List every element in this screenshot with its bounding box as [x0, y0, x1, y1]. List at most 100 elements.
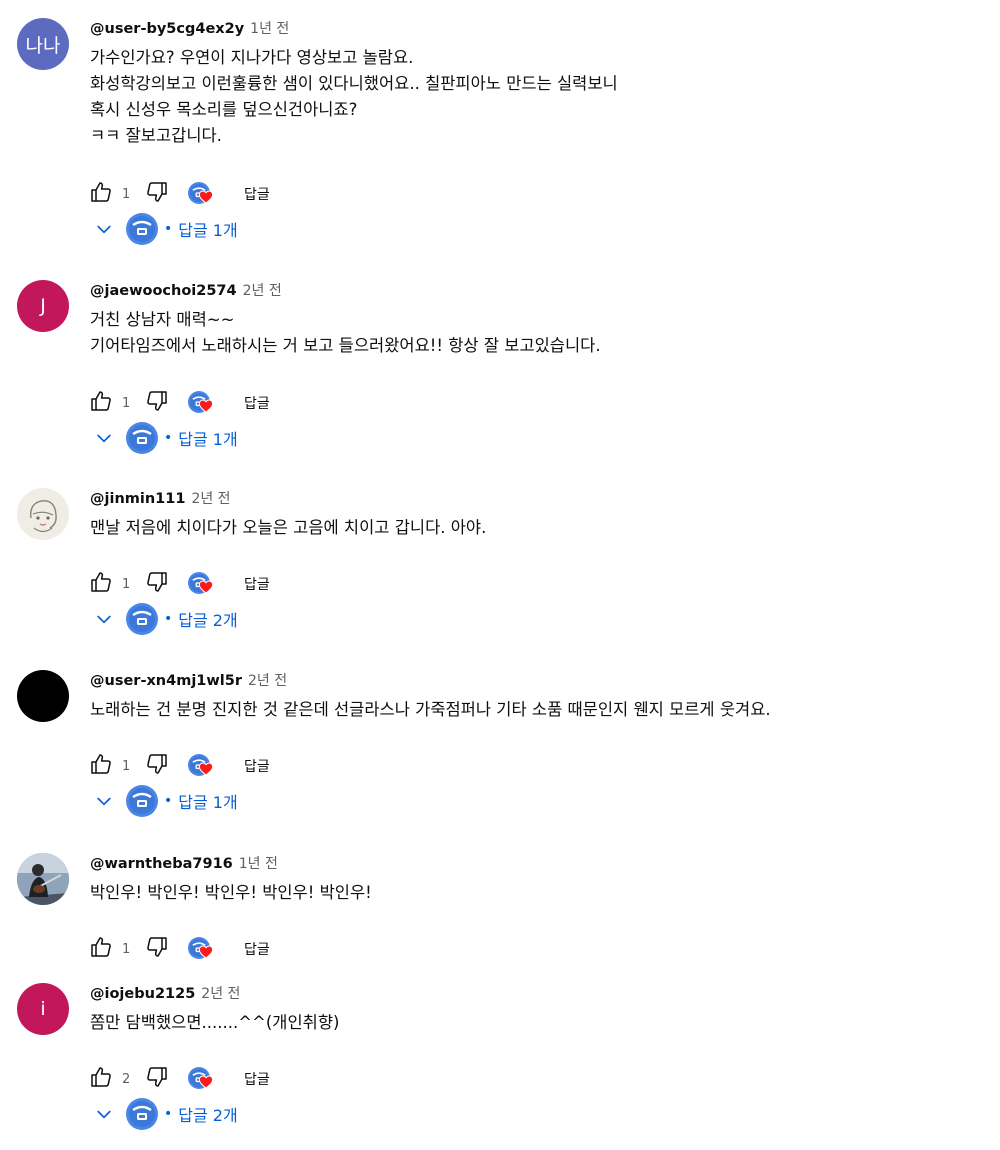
channel-avatar-icon — [126, 422, 158, 454]
reply-button[interactable]: 답글 — [244, 393, 270, 413]
creator-heart-icon — [188, 1065, 222, 1093]
thumbs-up-icon — [89, 180, 113, 208]
comment-time[interactable]: 1년 전 — [239, 853, 278, 873]
reply-button[interactable]: 답글 — [244, 1069, 270, 1089]
reply-button[interactable]: 답글 — [244, 756, 270, 776]
avatar[interactable]: 나나 — [17, 18, 69, 70]
author-name[interactable]: @user-xn4mj1wl5r — [90, 673, 242, 689]
creator-heart-icon — [188, 935, 222, 963]
thumbs-down-icon — [145, 180, 169, 208]
channel-avatar-icon — [126, 1098, 158, 1130]
comment-time[interactable]: 2년 전 — [248, 670, 287, 690]
comment-header: @warntheba7916 1년 전 — [90, 853, 278, 875]
chevron-down-icon — [92, 217, 116, 241]
comment-time[interactable]: 1년 전 — [250, 18, 289, 38]
dislike-button[interactable] — [142, 752, 172, 780]
comment-time[interactable]: 2년 전 — [191, 488, 230, 508]
like-button[interactable] — [86, 752, 116, 780]
red-heart-icon — [198, 189, 214, 209]
dislike-button[interactable] — [142, 389, 172, 417]
thumbs-up-icon — [89, 1065, 113, 1093]
like-button[interactable] — [86, 935, 116, 963]
avatar[interactable] — [17, 853, 69, 905]
comment-header: @user-xn4mj1wl5r 2년 전 — [90, 670, 287, 692]
comment-header: @user-by5cg4ex2y 1년 전 — [90, 18, 289, 40]
dislike-button[interactable] — [142, 180, 172, 208]
like-count: 2 — [122, 1071, 131, 1087]
comment-text: 맨날 저음에 치이다가 오늘은 고음에 치이고 갑니다. 아야. — [90, 515, 486, 541]
comment-line: ㅋㅋ 잘보고갑니다. — [90, 126, 222, 145]
avatar[interactable] — [17, 488, 69, 540]
comment-line: 거친 상남자 매력~~ — [90, 310, 235, 329]
separator-dot: • — [164, 611, 173, 627]
thumbs-down-icon — [145, 935, 169, 963]
reply-button[interactable]: 답글 — [244, 574, 270, 594]
view-replies-button[interactable]: • 답글 1개 — [92, 784, 238, 818]
chevron-down-icon — [92, 1102, 116, 1126]
view-replies-button[interactable]: • 답글 1개 — [92, 421, 238, 455]
view-replies-button[interactable]: • 답글 1개 — [92, 212, 238, 246]
comment-actions: 1 답글 — [86, 752, 270, 780]
like-count: 1 — [122, 186, 131, 202]
like-button[interactable] — [86, 389, 116, 417]
comment-time[interactable]: 2년 전 — [243, 280, 282, 300]
reply-button[interactable]: 답글 — [244, 184, 270, 204]
thumbs-down-icon — [145, 389, 169, 417]
reply-button[interactable]: 답글 — [244, 939, 270, 959]
avatar[interactable] — [17, 670, 69, 722]
dislike-button[interactable] — [142, 570, 172, 598]
like-count: 1 — [122, 941, 131, 957]
red-heart-icon — [198, 579, 214, 599]
creator-heart-icon — [188, 389, 222, 417]
like-count: 1 — [122, 758, 131, 774]
comment-actions: 1 답글 — [86, 935, 270, 963]
dislike-button[interactable] — [142, 935, 172, 963]
comment-text: 노래하는 건 분명 진지한 것 같은데 선글라스나 가죽점퍼나 기타 소품 때문… — [90, 697, 771, 723]
author-name[interactable]: @jinmin111 — [90, 491, 185, 507]
comment-header: @jinmin111 2년 전 — [90, 488, 231, 510]
avatar-initials: i — [40, 998, 46, 1020]
view-replies-button[interactable]: • 답글 2개 — [92, 1097, 238, 1131]
comment-line: 기어타임즈에서 노래하시는 거 보고 들으러왔어요!! 항상 잘 보고있습니다. — [90, 336, 601, 355]
comment-time[interactable]: 2년 전 — [201, 983, 240, 1003]
avatar[interactable]: i — [17, 983, 69, 1035]
author-name[interactable]: @iojebu2125 — [90, 986, 195, 1002]
avatar[interactable]: J — [17, 280, 69, 332]
comment-actions: 1 답글 — [86, 389, 270, 417]
view-replies-button[interactable]: • 답글 2개 — [92, 602, 238, 636]
dislike-button[interactable] — [142, 1065, 172, 1093]
avatar-initials: J — [40, 295, 46, 317]
comment-line: 맨날 저음에 치이다가 오늘은 고음에 치이고 갑니다. 아야. — [90, 518, 487, 537]
channel-avatar-icon — [126, 603, 158, 635]
comment-text: 가수인가요? 우연이 지나가다 영상보고 놀람요. 화성학강의보고 이런훌륭한 샘… — [90, 45, 618, 149]
comment-line: 혹시 신성우 목소리를 덮으신건아니죠? — [90, 100, 358, 119]
author-name[interactable]: @warntheba7916 — [90, 856, 233, 872]
like-button[interactable] — [86, 1065, 116, 1093]
comment-line: 노래하는 건 분명 진지한 것 같은데 선글라스나 가죽점퍼나 기타 소품 때문… — [90, 700, 771, 719]
chevron-down-icon — [92, 789, 116, 813]
red-heart-icon — [198, 1074, 214, 1094]
creator-heart-icon — [188, 180, 222, 208]
replies-count-label: 답글 2개 — [178, 1106, 238, 1125]
replies-count-label: 답글 1개 — [178, 793, 238, 812]
creator-heart-icon — [188, 752, 222, 780]
comment-actions: 1 답글 — [86, 570, 270, 598]
guitarist-photo-icon — [17, 853, 69, 905]
like-button[interactable] — [86, 570, 116, 598]
replies-count-label: 답글 1개 — [178, 221, 238, 240]
comment-header: @iojebu2125 2년 전 — [90, 983, 240, 1005]
chevron-down-icon — [92, 426, 116, 450]
channel-avatar-icon — [126, 213, 158, 245]
thumbs-down-icon — [145, 570, 169, 598]
replies-count-label: 답글 2개 — [178, 611, 238, 630]
author-name[interactable]: @jaewoochoi2574 — [90, 283, 237, 299]
like-button[interactable] — [86, 180, 116, 208]
comment-actions: 2 답글 — [86, 1065, 270, 1093]
author-name[interactable]: @user-by5cg4ex2y — [90, 21, 244, 37]
comment-text: 거친 상남자 매력~~ 기어타임즈에서 노래하시는 거 보고 들으러왔어요!! 항… — [90, 307, 601, 359]
separator-dot: • — [164, 430, 173, 446]
comment-line: 가수인가요? 우연이 지나가다 영상보고 놀람요. — [90, 48, 414, 67]
comment-text: 박인우! 박인우! 박인우! 박인우! 박인우! — [90, 880, 372, 906]
separator-dot: • — [164, 221, 173, 237]
red-heart-icon — [198, 944, 214, 964]
